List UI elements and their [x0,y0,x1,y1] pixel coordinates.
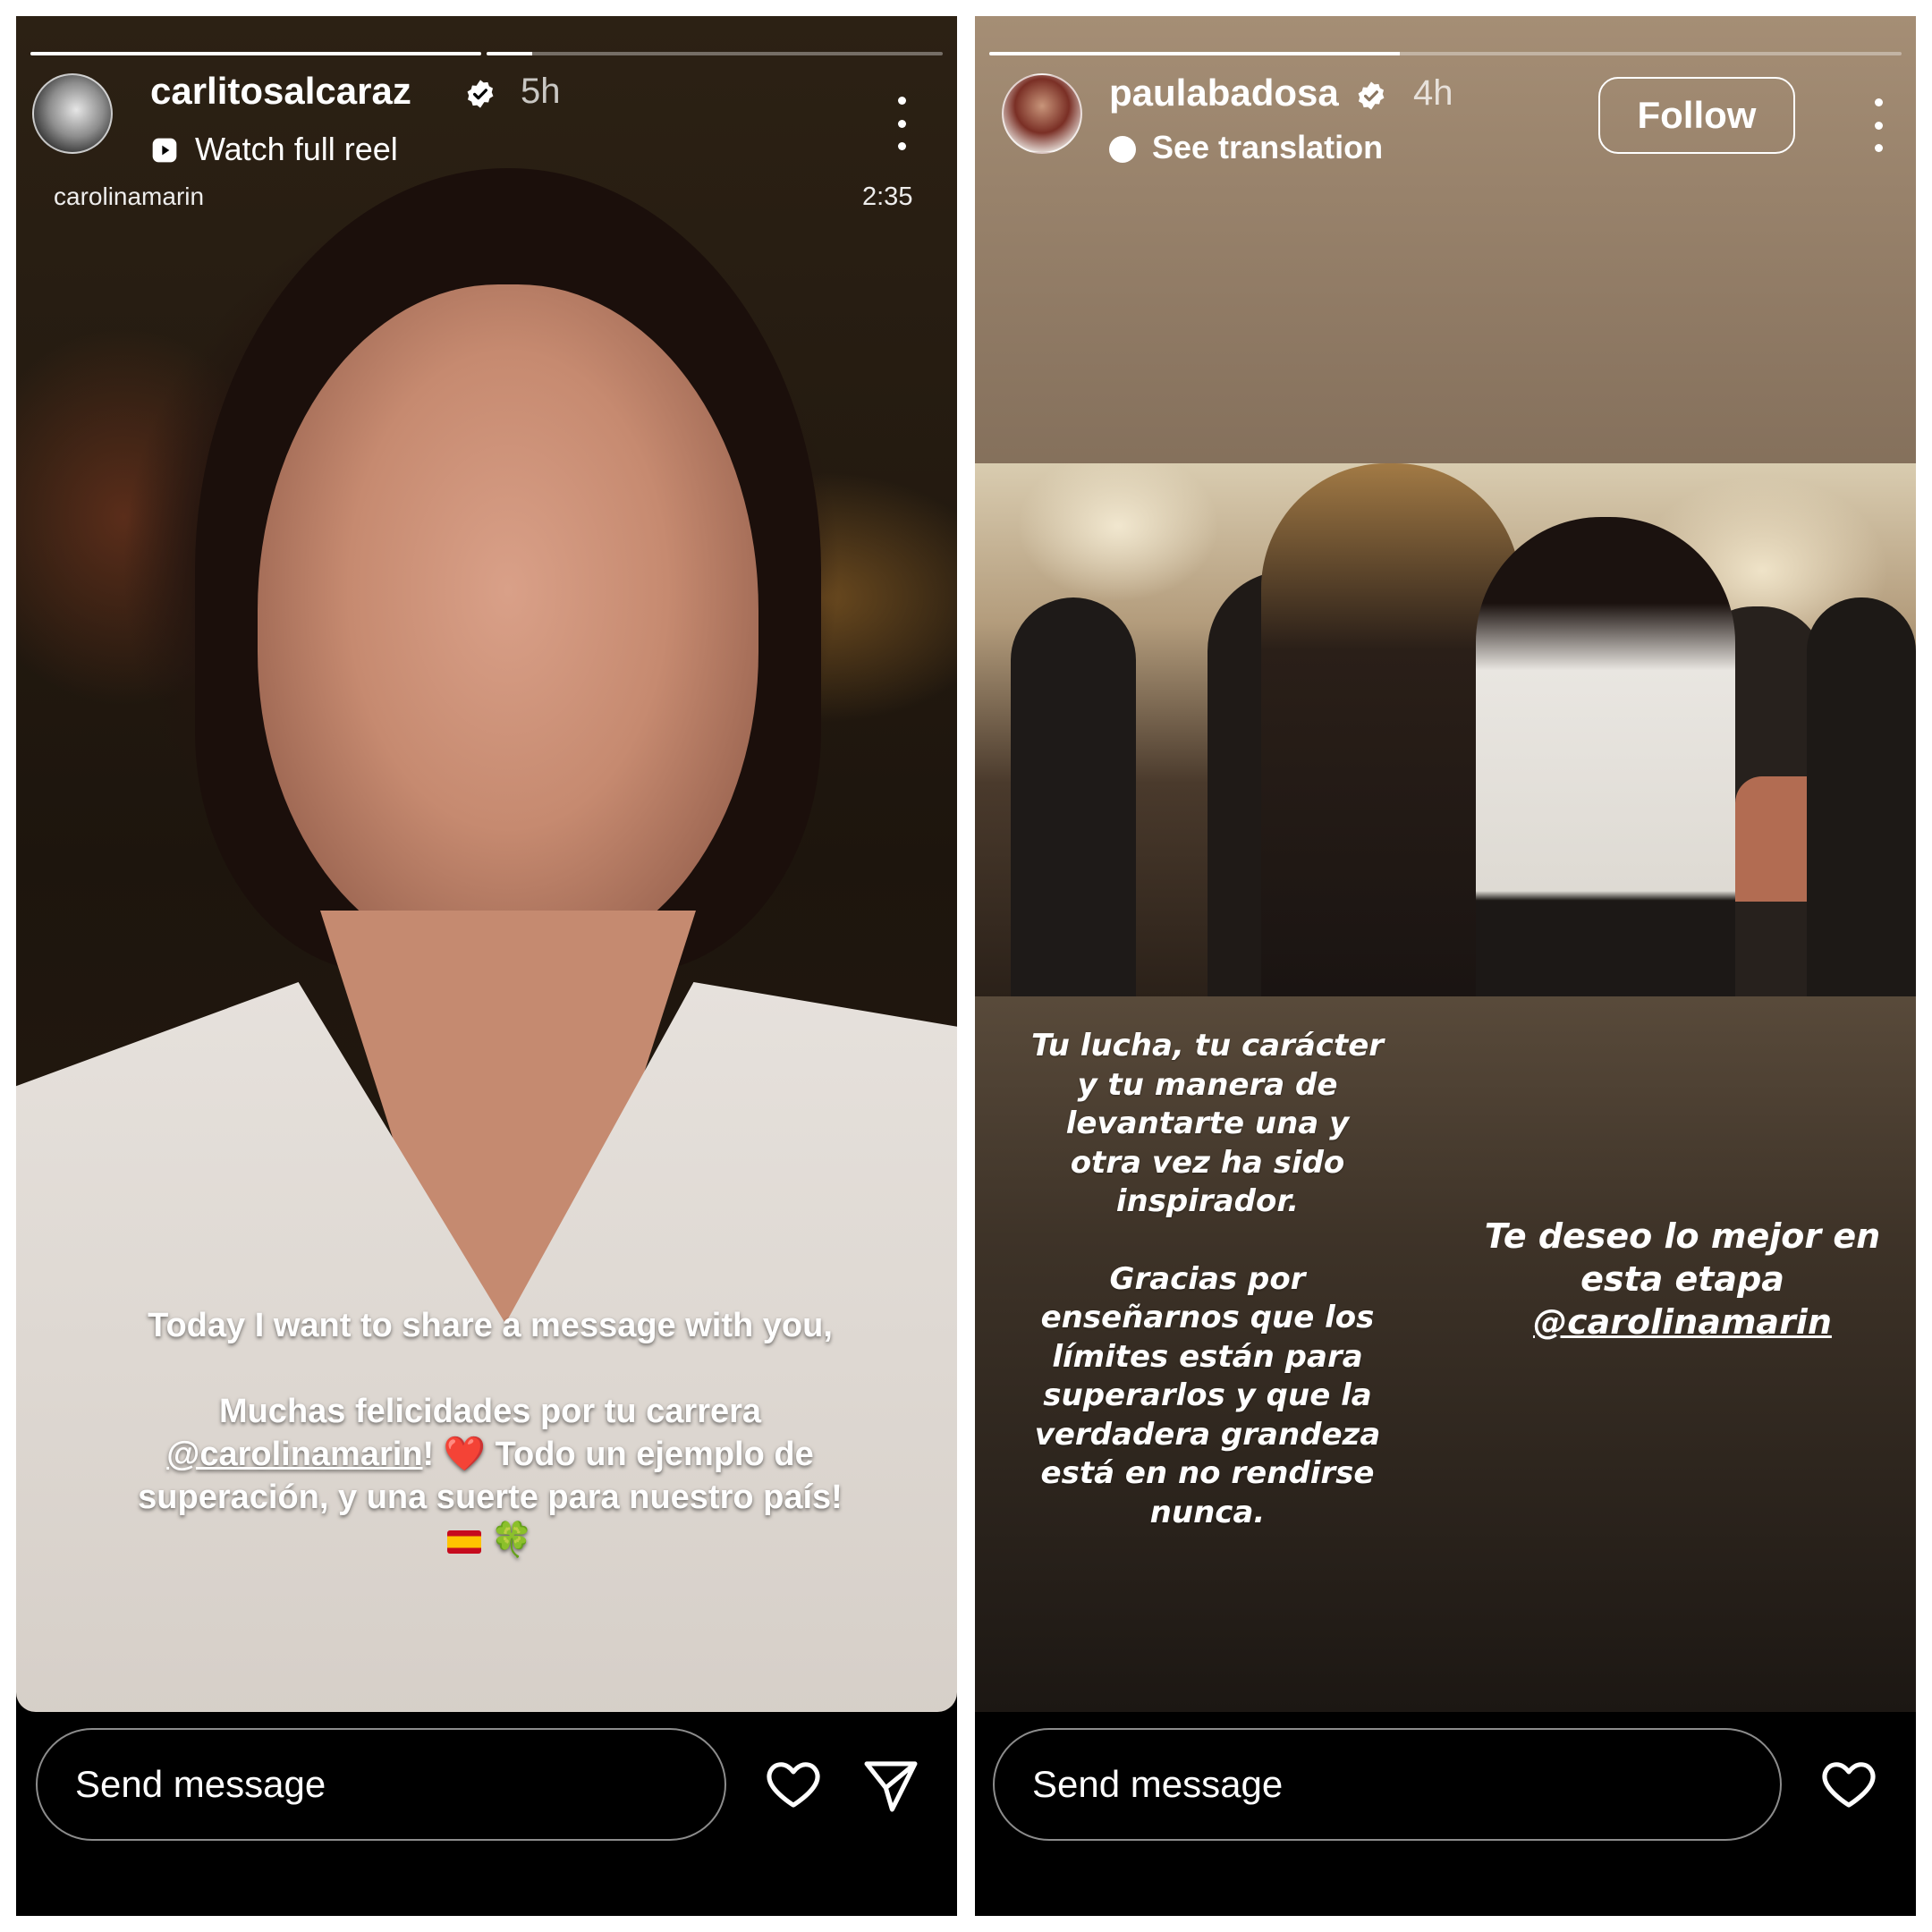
more-options-icon[interactable] [1869,98,1887,152]
video-face-shape [258,284,758,964]
red-heart-emoji: ❤️ [443,1436,487,1473]
caption-line: Muchas felicidades por tu carrera @carol… [123,1390,857,1562]
story-caption: Today I want to share a message with you… [123,1304,857,1562]
story-text-paragraph: Te deseo lo mejor en esta etapa [1484,1216,1881,1299]
avatar[interactable] [32,73,113,154]
send-message-input[interactable] [36,1728,726,1841]
progress-segment [487,52,943,55]
story-mention-carolinamarin[interactable]: @carolinamarin [1463,1301,1902,1343]
story-text-paragraph: Gracias por enseñarnos que los límites e… [1034,1260,1381,1530]
caption-mention-carolinamarin[interactable]: @carolinamarin [166,1436,422,1473]
story-progress-bar [989,52,1902,55]
caption-line: Today I want to share a message with you… [148,1307,833,1344]
reel-play-icon [152,138,177,163]
see-translation-link[interactable]: See translation [1152,129,1383,166]
heart-icon[interactable] [763,1753,824,1814]
story-photo[interactable] [975,463,1916,996]
watch-full-reel-link[interactable]: Watch full reel [195,131,398,168]
send-message-input[interactable] [993,1728,1782,1841]
avatar[interactable] [1002,73,1082,154]
post-time: 5h [521,72,561,111]
story-progress-bar [30,52,943,55]
progress-segment [30,52,481,55]
username[interactable]: carlitosalcaraz [150,70,411,113]
verified-badge-icon [467,80,494,108]
verified-badge-icon [1358,81,1385,110]
story-paulabadosa[interactable]: paulabadosa 4h See translation Follow Tu… [975,16,1916,1916]
source-username[interactable]: carolinamarin [54,182,204,211]
story-text-left: Tu lucha, tu carácter y tu manera de lev… [1029,1027,1386,1532]
translate-icon [1109,136,1136,163]
progress-segment [989,52,1902,55]
more-options-icon[interactable] [893,97,911,150]
video-duration: 2:35 [862,182,913,211]
send-icon[interactable] [860,1755,921,1816]
story-carlitosalcaraz[interactable]: carlitosalcaraz 5h Watch full reel carol… [16,16,957,1916]
post-time: 4h [1413,73,1453,113]
clover-emoji: 🍀 [490,1521,533,1559]
story-text-right: Te deseo lo mejor en esta etapa @carolin… [1463,1215,1902,1343]
story-text-paragraph: Tu lucha, tu carácter y tu manera de lev… [1030,1028,1385,1219]
follow-button[interactable]: Follow [1598,77,1795,154]
spain-flag-icon [447,1530,482,1554]
heart-icon[interactable] [1818,1753,1879,1814]
username[interactable]: paulabadosa [1109,72,1339,114]
caption-text: ! [422,1436,435,1473]
caption-text: Muchas felicidades por tu carrera [218,1393,762,1430]
